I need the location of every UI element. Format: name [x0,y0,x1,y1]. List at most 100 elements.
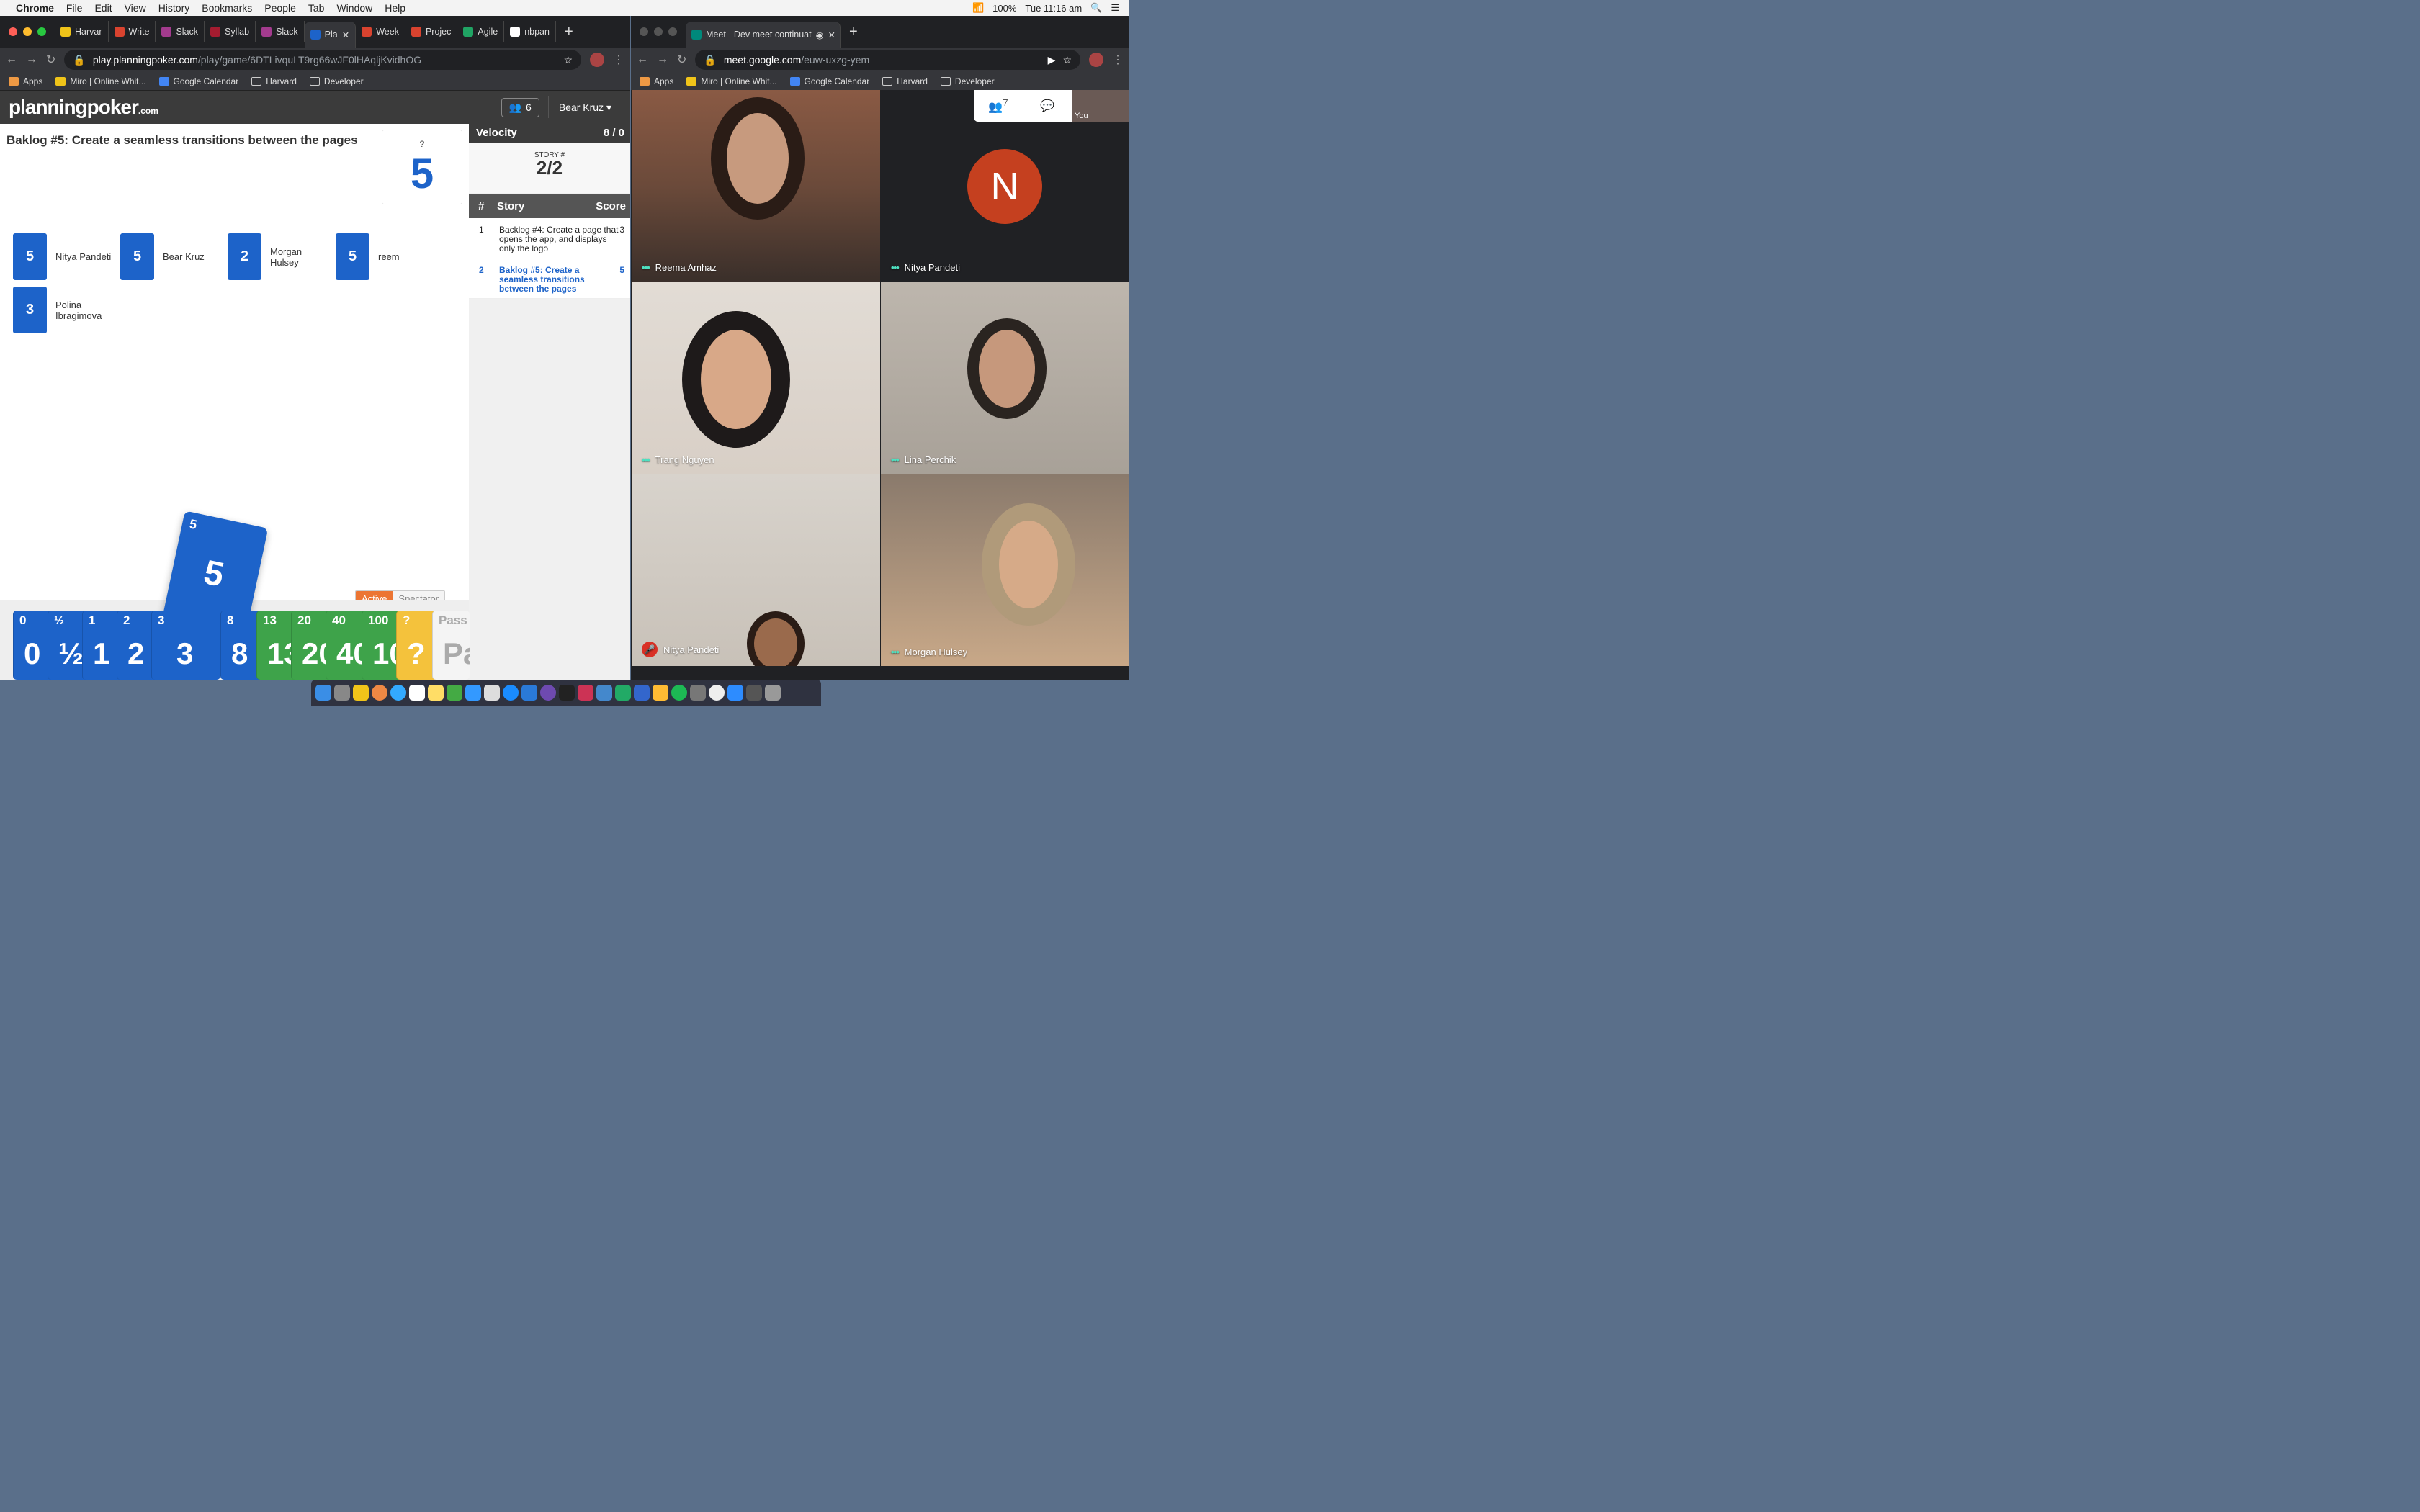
user-menu[interactable]: Bear Kruz ▾ [547,96,622,118]
bookmark-miro[interactable]: Miro | Online Whit... [686,76,777,86]
star-icon[interactable]: ☆ [1062,54,1072,66]
profile-avatar[interactable] [1089,53,1103,67]
new-tab-button[interactable]: + [841,24,866,40]
notes-icon[interactable] [428,685,444,701]
miro-icon[interactable] [353,685,369,701]
more-dots-icon[interactable]: ••• [891,454,900,465]
menu-view[interactable]: View [125,2,146,14]
video-tile[interactable]: ••• Morgan Hulsey [881,474,1129,666]
spotify-icon[interactable] [671,685,687,701]
bookmark-harvard[interactable]: Harvard [251,76,297,86]
story-row-current[interactable]: 2 Baklog #5: Create a seamless transition… [469,258,630,299]
bookmark-apps[interactable]: Apps [640,76,673,86]
reload-icon[interactable]: ↻ [677,53,686,67]
launchpad-icon[interactable] [334,685,350,701]
minimize-window-button[interactable] [23,27,32,36]
tab-week[interactable]: Week [356,21,405,42]
tab-syllabus[interactable]: Syllab [205,21,256,42]
wifi-icon[interactable]: 📶 [972,2,984,14]
downloads-icon[interactable] [746,685,762,701]
forward-icon[interactable]: → [26,53,37,66]
photos-icon[interactable] [709,685,725,701]
textedit-icon[interactable] [484,685,500,701]
github-desktop-icon[interactable] [540,685,556,701]
clock[interactable]: Tue 11:16 am [1025,3,1082,14]
bookmark-calendar[interactable]: Google Calendar [789,76,869,86]
menu-bookmarks[interactable]: Bookmarks [202,2,252,14]
profile-avatar[interactable] [590,53,604,67]
back-icon[interactable]: ← [637,53,648,66]
camera-icon[interactable]: ▶ [1048,54,1056,66]
battery-text[interactable]: 100% [992,3,1016,14]
players-button[interactable]: 👥 6 [501,97,539,117]
tab-github[interactable]: nbpan [504,21,556,42]
bookmark-developer[interactable]: Developer [940,76,995,86]
numbers-icon[interactable] [447,685,462,701]
video-tile[interactable]: N ••• Nitya Pandeti 👥7 💬 You [881,90,1129,282]
finder-icon[interactable] [315,685,331,701]
more-dots-icon[interactable]: ••• [642,262,650,273]
bookmark-developer[interactable]: Developer [309,76,364,86]
bookmark-miro[interactable]: Miro | Online Whit... [55,76,146,86]
maps-icon[interactable] [615,685,631,701]
video-tile[interactable]: ••• Lina Perchik [881,282,1129,474]
video-tile[interactable]: ••• Reema Amhaz [632,90,880,282]
story-row[interactable]: 1 Backlog #4: Create a page that opens th… [469,218,630,258]
tab-project[interactable]: Projec [405,21,458,42]
hand-card[interactable]: Pass Pass [432,611,470,680]
tab-planningpoker[interactable]: Pla ✕ [304,22,357,48]
tab-meet[interactable]: Meet - Dev meet continuat ◉ ✕ [686,22,841,48]
tab-slack-1[interactable]: Slack [156,21,205,42]
keynote-icon[interactable] [465,685,481,701]
more-dots-icon[interactable]: ••• [891,647,900,657]
address-bar[interactable]: 🔒 play.planningpoker.com/play/game/6DTLi… [64,50,581,70]
bookmark-harvard[interactable]: Harvard [882,76,928,86]
back-icon[interactable]: ← [6,53,17,66]
minimize-window-button[interactable] [654,27,663,36]
close-window-button[interactable] [640,27,648,36]
more-dots-icon[interactable]: ••• [891,262,900,273]
tab-write[interactable]: Write [109,21,156,42]
chat-icon[interactable]: 💬 [1023,99,1072,113]
menu-file[interactable]: File [66,2,83,14]
trash-icon[interactable] [765,685,781,701]
menu-app[interactable]: Chrome [16,2,54,14]
menu-edit[interactable]: Edit [94,2,112,14]
video-tile[interactable]: 🎤 Nitya Pandeti [632,474,880,666]
chrome-icon[interactable] [372,685,387,701]
appstore-icon[interactable] [503,685,519,701]
close-window-button[interactable] [9,27,17,36]
menu-dots-icon[interactable]: ⋮ [613,53,624,67]
search-icon[interactable]: 🔍 [1090,2,1102,14]
menu-window[interactable]: Window [336,2,372,14]
slack-icon[interactable] [634,685,650,701]
settings-icon[interactable] [690,685,706,701]
terminal-icon[interactable] [559,685,575,701]
new-tab-button[interactable]: + [556,24,582,40]
control-center-icon[interactable]: ☰ [1111,2,1119,14]
help-icon[interactable]: ? [382,139,462,149]
tab-agile[interactable]: Agile [457,21,505,42]
address-bar[interactable]: 🔒 meet.google.com/euw-uxzg-yem ▶ ☆ [695,50,1080,70]
safari-icon[interactable] [390,685,406,701]
bookmark-apps[interactable]: Apps [9,76,42,86]
star-icon[interactable]: ☆ [563,54,573,66]
sketch-icon[interactable] [653,685,668,701]
more-dots-icon[interactable]: ••• [642,454,650,465]
forward-icon[interactable]: → [657,53,668,66]
hand-card[interactable]: 33 [151,611,220,680]
planningpoker-logo[interactable]: planningpoker.com [9,96,158,119]
people-icon[interactable]: 👥7 [974,97,1023,114]
reload-icon[interactable]: ↻ [46,53,55,67]
menu-dots-icon[interactable]: ⋮ [1112,53,1124,67]
self-preview[interactable]: You [1072,90,1129,122]
tab-slack-2[interactable]: Slack [256,21,305,42]
menu-tab[interactable]: Tab [308,2,325,14]
menu-help[interactable]: Help [385,2,405,14]
tab-harvard[interactable]: Harvar [55,21,109,42]
maximize-window-button[interactable] [668,27,677,36]
menu-people[interactable]: People [264,2,296,14]
bookmark-calendar[interactable]: Google Calendar [158,76,238,86]
menu-history[interactable]: History [158,2,190,14]
zoom-icon[interactable] [727,685,743,701]
